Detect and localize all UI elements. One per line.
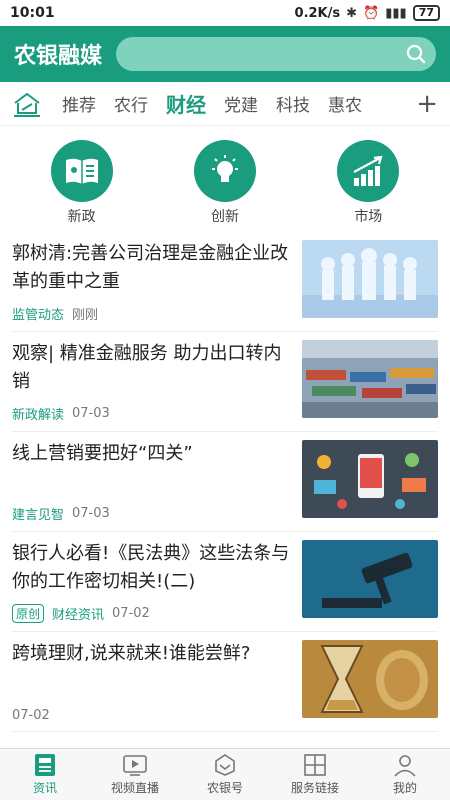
tab-finance[interactable]: 财经 [166, 89, 206, 118]
battery-indicator: 77 [412, 5, 440, 21]
news-thumbnail-gavel[interactable] [302, 540, 438, 618]
nav-item-video[interactable]: 视频直播 [90, 749, 180, 800]
nav-label: 我的 [392, 781, 417, 795]
original-badge: 原创 [12, 604, 45, 623]
status-bar: 10:01 0.2K/s ✱ ⏰ ▮▮▮ 77 [0, 0, 450, 26]
news-time: 07-03 [72, 506, 110, 521]
status-right: 0.2K/s ✱ ⏰ ▮▮▮ 77 [295, 5, 440, 21]
news-thumbnail-chess[interactable] [302, 240, 438, 318]
alarm-icon: ⏰ [363, 5, 380, 21]
home-logo-icon[interactable] [12, 89, 42, 119]
news-list: 郭树清:完善公司治理是金融企业改革的重中之重 监管动态 刚刚 观察| 精准金融服… [0, 232, 450, 732]
news-title[interactable]: 银行人必看!《民法典》这些法条与你的工作密切相关!(二) [12, 540, 292, 596]
quick-item-innovation[interactable]: 创新 [170, 140, 280, 226]
quick-entries: 新政 创新 市场 [0, 126, 450, 232]
abc-account-icon[interactable] [212, 753, 238, 777]
add-tab-icon[interactable]: + [416, 89, 438, 119]
news-text: 银行人必看!《民法典》这些法条与你的工作密切相关!(二) 原创 财经资讯 07-… [12, 540, 302, 623]
nav-item-news[interactable]: 资讯 [0, 749, 90, 800]
news-time: 07-02 [112, 606, 150, 621]
news-item[interactable]: 线上营销要把好“四关” 建言见智 07-03 [12, 432, 438, 532]
news-meta: 监管动态 刚刚 [12, 304, 292, 323]
grid-icon[interactable] [302, 753, 328, 777]
news-thumbnail-hourglass[interactable] [302, 640, 438, 718]
news-thumbnail-ecommerce[interactable] [302, 440, 438, 518]
news-time: 刚刚 [72, 308, 99, 323]
tab-tech[interactable]: 科技 [276, 91, 310, 116]
news-title[interactable]: 郭树清:完善公司治理是金融企业改革的重中之重 [12, 240, 292, 296]
quick-label-market: 市场 [354, 209, 383, 225]
news-time: 07-03 [72, 406, 110, 421]
news-icon[interactable] [32, 753, 58, 777]
status-time: 10:01 [10, 5, 55, 21]
news-title[interactable]: 观察| 精准金融服务 助力出口转内销 [12, 340, 292, 396]
app-header: 农银融媒 [0, 26, 450, 82]
nav-label: 农银号 [206, 781, 243, 795]
news-tag: 财经资讯 [52, 608, 105, 623]
news-item[interactable]: 观察| 精准金融服务 助力出口转内销 新政解读 07-03 [12, 332, 438, 432]
news-item[interactable]: 郭树清:完善公司治理是金融企业改革的重中之重 监管动态 刚刚 [12, 232, 438, 332]
nav-item-services[interactable]: 服务链接 [270, 749, 360, 800]
nav-label: 资讯 [32, 781, 57, 795]
news-text: 线上营销要把好“四关” 建言见智 07-03 [12, 440, 302, 523]
app-title: 农银融媒 [14, 44, 103, 69]
news-tag: 监管动态 [12, 308, 65, 323]
search-bar[interactable] [116, 37, 436, 71]
news-title[interactable]: 跨境理财,说来就来!谁能尝鲜? [12, 640, 292, 668]
news-tag: 新政解读 [12, 408, 65, 423]
category-tabs: 推荐 农行 财经 党建 科技 惠农 + [0, 82, 450, 126]
news-title[interactable]: 线上营销要把好“四关” [12, 440, 292, 468]
news-item[interactable]: 跨境理财,说来就来!谁能尝鲜? 07-02 [12, 632, 438, 732]
tab-abc[interactable]: 农行 [114, 91, 148, 116]
quick-label-policy: 新政 [67, 209, 96, 225]
news-text: 观察| 精准金融服务 助力出口转内销 新政解读 07-03 [12, 340, 302, 423]
book-icon[interactable] [50, 140, 113, 202]
news-meta: 新政解读 07-03 [12, 404, 292, 423]
bottom-nav: 资讯 视频直播 农银号 服务链接 我的 [0, 748, 450, 800]
news-text: 郭树清:完善公司治理是金融企业改革的重中之重 监管动态 刚刚 [12, 240, 302, 323]
news-tag: 建言见智 [12, 508, 65, 523]
tab-recommend[interactable]: 推荐 [62, 91, 96, 116]
signal-icon: ▮▮▮ [385, 5, 407, 21]
search-icon[interactable] [406, 44, 426, 64]
network-speed: 0.2K/s [294, 5, 341, 21]
quick-item-market[interactable]: 市场 [313, 140, 423, 226]
news-thumbnail-port[interactable] [302, 340, 438, 418]
news-text: 跨境理财,说来就来!谁能尝鲜? 07-02 [12, 640, 302, 723]
nav-label: 服务链接 [290, 781, 339, 795]
user-icon[interactable] [392, 753, 418, 777]
nav-item-abc-account[interactable]: 农银号 [180, 749, 270, 800]
chart-icon[interactable] [337, 140, 400, 202]
news-meta: 07-02 [12, 708, 292, 723]
bluetooth-icon: ✱ [346, 5, 358, 21]
news-item[interactable]: 银行人必看!《民法典》这些法条与你的工作密切相关!(二) 原创 财经资讯 07-… [12, 532, 438, 632]
quick-item-policy[interactable]: 新政 [27, 140, 137, 226]
quick-label-innovation: 创新 [210, 209, 239, 225]
nav-item-profile[interactable]: 我的 [360, 749, 450, 800]
video-icon[interactable] [122, 753, 148, 777]
news-time: 07-02 [12, 708, 50, 723]
tab-party[interactable]: 党建 [224, 91, 258, 116]
lightbulb-icon[interactable] [193, 140, 256, 202]
news-meta: 原创 财经资讯 07-02 [12, 604, 292, 623]
news-meta: 建言见智 07-03 [12, 504, 292, 523]
nav-label: 视频直播 [110, 781, 159, 795]
tab-agri[interactable]: 惠农 [328, 91, 362, 116]
